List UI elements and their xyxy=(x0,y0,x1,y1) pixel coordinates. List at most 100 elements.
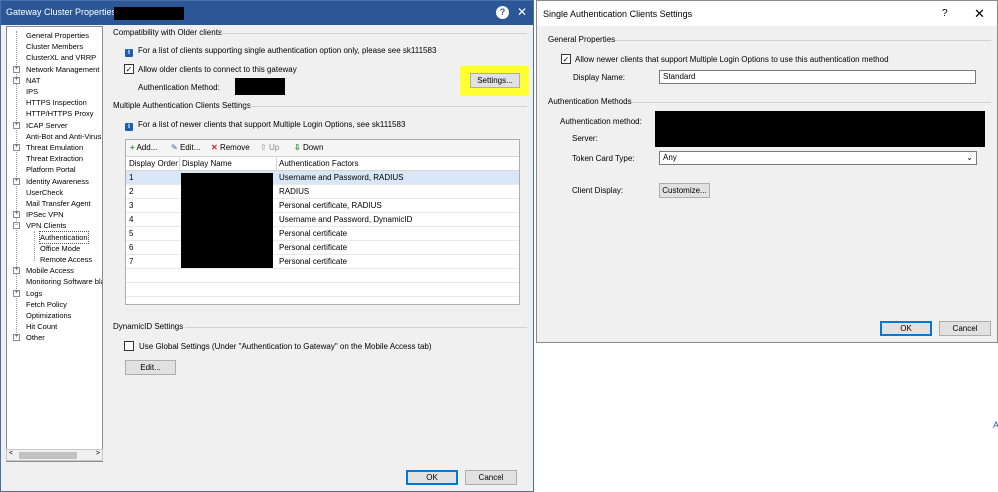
tree-item[interactable]: Cluster Members xyxy=(7,41,102,52)
tree-item[interactable]: General Properties xyxy=(7,30,102,41)
tree-horizontal-scrollbar[interactable]: < > xyxy=(6,449,103,461)
tree-item[interactable]: + Identity Awareness xyxy=(7,176,102,187)
table-row[interactable] xyxy=(126,269,519,283)
tree-item[interactable]: ClusterXL and VRRP xyxy=(7,52,102,63)
client-display-label: Client Display: xyxy=(572,186,624,195)
customize-button[interactable]: Customize... xyxy=(659,183,710,198)
tree-item[interactable]: − VPN Clients xyxy=(7,220,102,231)
tree-item-label: Other xyxy=(26,333,45,343)
auth-method-label: Authentication method: xyxy=(560,117,642,126)
use-global-settings-label: Use Global Settings (Under "Authenticati… xyxy=(139,342,432,351)
cell-authentication-factors: Username and Password, RADIUS xyxy=(279,173,404,182)
display-name-input[interactable]: Standard xyxy=(659,70,976,84)
cell-authentication-factors: Personal certificate xyxy=(279,257,348,266)
tree-item[interactable]: Anti-Bot and Anti-Virus xyxy=(7,131,102,142)
expand-icon[interactable]: + xyxy=(13,121,20,129)
tree-item[interactable]: + Threat Emulation xyxy=(7,142,102,153)
expand-icon[interactable]: + xyxy=(13,177,20,185)
allow-newer-clients-checkbox[interactable]: ✓ xyxy=(561,54,571,64)
tree-item[interactable]: Monitoring Software bla xyxy=(7,276,103,287)
cancel-button[interactable]: Cancel xyxy=(939,321,991,336)
tree-item[interactable]: + IPSec VPN xyxy=(7,209,102,220)
tree-item[interactable]: + Logs xyxy=(7,288,102,299)
auth-methods-heading: Authentication Methods xyxy=(548,97,632,106)
ok-button[interactable]: OK xyxy=(406,470,458,485)
dynamicid-edit-button[interactable]: Edit... xyxy=(125,360,176,375)
tree-item[interactable]: + Other xyxy=(7,332,102,343)
tree-item[interactable]: + ICAP Server xyxy=(7,120,102,131)
table-row[interactable] xyxy=(126,297,519,311)
collapse-icon[interactable]: − xyxy=(13,222,20,230)
col-display-name[interactable]: Display Name xyxy=(182,159,232,168)
cell-authentication-factors: RADIUS xyxy=(279,187,310,196)
tree-item[interactable]: HTTP/HTTPS Proxy xyxy=(7,108,102,119)
cancel-button[interactable]: Cancel xyxy=(465,470,517,485)
tree-item[interactable]: + NAT xyxy=(7,75,102,86)
cell-display-order: 2 xyxy=(129,187,134,196)
add-button[interactable]: + Add... xyxy=(130,143,157,152)
navigation-tree[interactable]: General Properties Cluster Members Cluster… xyxy=(6,26,103,462)
tree-item[interactable]: IPS xyxy=(7,86,102,97)
cell-display-order: 7 xyxy=(129,257,134,266)
remove-button[interactable]: ✕ Remove xyxy=(211,143,250,152)
help-icon[interactable]: ? xyxy=(942,8,948,19)
col-display-order[interactable]: Display Order xyxy=(129,159,178,168)
expand-icon[interactable]: + xyxy=(13,334,20,342)
expand-icon[interactable]: + xyxy=(13,76,20,84)
close-icon[interactable]: ✕ xyxy=(974,6,985,22)
scroll-left-icon[interactable]: < xyxy=(9,450,13,457)
scroll-thumb[interactable] xyxy=(19,452,77,459)
tree-item[interactable]: Fetch Policy xyxy=(7,299,102,310)
tree-item[interactable]: Office Mode xyxy=(7,243,102,254)
tree-item-label: ClusterXL and VRRP xyxy=(26,53,97,63)
gateway-properties-window: Gateway Cluster Properties - ? ✕ General… xyxy=(0,0,534,492)
redacted-auth-method-server xyxy=(655,111,985,147)
table-row[interactable] xyxy=(126,283,519,297)
tree-item[interactable]: Platform Portal xyxy=(7,164,102,175)
tree-item[interactable]: Authentication xyxy=(7,230,102,244)
tree-item[interactable]: + Network Management xyxy=(7,64,102,75)
edit-button[interactable]: ✎ Edit... xyxy=(171,143,200,152)
info-icon: i xyxy=(125,123,133,131)
server-label: Server: xyxy=(572,134,598,143)
expand-icon[interactable]: + xyxy=(13,211,20,219)
col-authentication-factors[interactable]: Authentication Factors xyxy=(279,159,359,168)
help-icon[interactable]: ? xyxy=(496,6,509,19)
auth-clients-table: + Add... ✎ Edit... ✕ Remove ⇧ Up ⇩ Down … xyxy=(125,139,520,311)
close-icon[interactable]: ✕ xyxy=(515,5,529,19)
tree-item[interactable]: Remote Access xyxy=(7,254,102,265)
token-card-type-value: Any xyxy=(663,153,677,162)
down-button[interactable]: ⇩ Down xyxy=(294,143,323,152)
tree-item[interactable]: Mail Transfer Agent xyxy=(7,198,102,209)
ok-button[interactable]: OK xyxy=(880,321,932,336)
tree-item[interactable]: Optimizations xyxy=(7,310,102,321)
tree-item-label: UserCheck xyxy=(26,187,64,197)
plus-icon: + xyxy=(130,143,135,152)
tree-item-label: Fetch Policy xyxy=(26,299,67,309)
use-global-settings-checkbox[interactable] xyxy=(124,341,134,351)
up-button[interactable]: ⇧ Up xyxy=(260,143,279,152)
expand-icon[interactable]: + xyxy=(13,65,20,73)
cell-display-order: 1 xyxy=(129,173,134,182)
general-properties-heading: General Properties xyxy=(548,35,616,44)
tree-item[interactable]: + Mobile Access xyxy=(7,265,102,276)
expand-icon[interactable]: + xyxy=(13,289,20,297)
settings-button[interactable]: Settings... xyxy=(470,73,520,88)
expand-icon[interactable]: + xyxy=(13,267,20,275)
expand-icon[interactable]: + xyxy=(13,144,20,151)
gateway-titlebar[interactable]: Gateway Cluster Properties - ? ✕ xyxy=(1,1,533,25)
tree-item-label: HTTPS Inspection xyxy=(26,98,87,108)
tree-item-label: Authentication xyxy=(39,230,89,244)
tree-item-label: Monitoring Software bla xyxy=(26,277,103,287)
tree-item[interactable]: Hit Count xyxy=(7,321,102,332)
chevron-down-icon: ⌄ xyxy=(966,153,973,162)
tree-item-label: Platform Portal xyxy=(26,165,76,175)
tree-item[interactable]: UserCheck xyxy=(7,187,102,198)
tree-item[interactable]: HTTPS Inspection xyxy=(7,97,102,108)
token-card-type-select[interactable]: Any ⌄ xyxy=(659,151,977,165)
allow-older-clients-checkbox[interactable]: ✓ xyxy=(124,64,134,74)
tree-item-label: VPN Clients xyxy=(26,221,67,231)
tree-item[interactable]: Threat Extraction xyxy=(7,153,102,164)
single-auth-titlebar[interactable]: Single Authentication Clients Settings ?… xyxy=(537,1,997,26)
scroll-right-icon[interactable]: > xyxy=(96,450,100,457)
